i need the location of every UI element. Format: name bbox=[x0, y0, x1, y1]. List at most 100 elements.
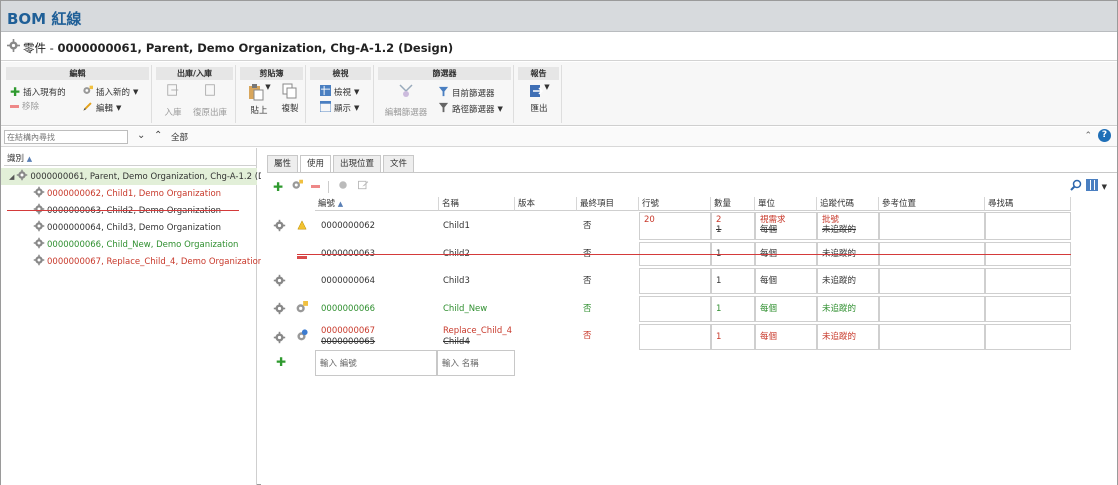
dropdown-caret-icon: ▼ bbox=[354, 88, 360, 96]
reference-cell[interactable] bbox=[879, 324, 985, 350]
find-icon[interactable] bbox=[1069, 179, 1082, 194]
new-name-input[interactable]: 輸入 名稱 bbox=[437, 350, 515, 376]
chevron-down-icon[interactable]: ⌄ bbox=[137, 130, 145, 141]
new-number-input[interactable]: 輸入 編號 bbox=[315, 350, 437, 376]
reference-cell[interactable] bbox=[879, 296, 985, 322]
new-part-icon bbox=[295, 301, 308, 318]
line-number-cell[interactable]: 20 bbox=[639, 212, 711, 240]
reference-cell[interactable] bbox=[879, 268, 985, 294]
quantity-cell[interactable]: 1 bbox=[711, 268, 755, 294]
path-filter-button[interactable]: 路徑篩選器 ▼ bbox=[438, 102, 503, 116]
structure-search-input[interactable] bbox=[4, 130, 128, 144]
column-chooser-icon[interactable] bbox=[1085, 179, 1098, 194]
copy-button[interactable]: 複製 bbox=[278, 83, 302, 114]
tree-root-row[interactable]: ◢ 0000000061, Parent, Demo Organization,… bbox=[1, 168, 274, 185]
tab-underline bbox=[267, 172, 1117, 173]
dropdown-caret-icon: ▼ bbox=[354, 104, 360, 112]
find-number-cell[interactable] bbox=[985, 296, 1071, 322]
replace-icon[interactable] bbox=[337, 179, 349, 194]
collapse-icon[interactable]: ⌃ bbox=[1084, 131, 1092, 141]
tree-item-child3[interactable]: 0000000064, Child3, Demo Organization bbox=[1, 219, 257, 236]
edit-icon[interactable] bbox=[357, 179, 369, 194]
reference-cell[interactable] bbox=[879, 212, 985, 240]
col-trace-code[interactable]: 追蹤代碼 bbox=[817, 197, 879, 211]
col-reference[interactable]: 參考位置 bbox=[879, 197, 985, 211]
col-version[interactable]: 版本 bbox=[515, 197, 577, 211]
col-number[interactable]: 編號 ▲ bbox=[315, 197, 439, 211]
trace-code-cell[interactable]: 未追蹤的 bbox=[817, 324, 879, 350]
paste-button[interactable]: ▼ 貼上 bbox=[244, 83, 274, 116]
add-row-icon[interactable]: ✚ bbox=[276, 356, 286, 368]
ribbon-group-view: 檢視 檢視 ▼ 顯示 ▼ bbox=[308, 65, 374, 123]
tree-item-child-new[interactable]: 0000000066, Child_New, Demo Organization bbox=[1, 236, 257, 253]
ribbon-group-report: 報告 ▼ 匯出 bbox=[516, 65, 562, 123]
tab-attributes[interactable]: 屬性 bbox=[267, 155, 299, 172]
quantity-cell[interactable]: 1 bbox=[711, 296, 755, 322]
remove-button[interactable]: 移除 bbox=[10, 100, 39, 112]
current-filter-button[interactable]: 目前篩選器 bbox=[438, 86, 495, 100]
line-number-cell[interactable] bbox=[639, 296, 711, 322]
col-quantity[interactable]: 數量 bbox=[711, 197, 755, 211]
gear-plus-icon bbox=[82, 85, 93, 99]
quantity-cell[interactable]: 2 1 bbox=[711, 212, 755, 240]
dropdown-caret-icon: ▼ bbox=[497, 105, 503, 113]
tree-column-header[interactable]: 識別 ▲ bbox=[4, 152, 256, 166]
checkin-button[interactable]: 入庫 bbox=[160, 83, 186, 118]
trace-code-cell[interactable]: 未追蹤的 bbox=[817, 296, 879, 322]
sort-asc-icon: ▲ bbox=[337, 200, 344, 208]
line-number-cell[interactable] bbox=[639, 324, 711, 350]
app-title: BOM 紅線 bbox=[7, 10, 82, 28]
tab-occurrences[interactable]: 出現位置 bbox=[333, 155, 382, 172]
find-number-cell[interactable] bbox=[985, 212, 1071, 240]
tab-documents[interactable]: 文件 bbox=[383, 155, 415, 172]
group-header-checkout: 出庫/入庫 bbox=[156, 67, 233, 80]
filter-edit-icon bbox=[380, 83, 432, 102]
unit-cell[interactable]: 每個 bbox=[755, 296, 817, 322]
col-find-number[interactable]: 尋找碼 bbox=[985, 197, 1071, 211]
group-header-filter: 篩選器 bbox=[378, 67, 511, 80]
dropdown-caret-icon[interactable]: ▼ bbox=[1102, 183, 1107, 191]
add-icon[interactable]: ✚ bbox=[273, 180, 283, 194]
part-gear-icon bbox=[16, 169, 28, 184]
col-end-item[interactable]: 最終項目 bbox=[577, 197, 639, 211]
tree-strike-line bbox=[7, 210, 239, 211]
trace-code-cell[interactable]: 批號 未追蹤的 bbox=[817, 212, 879, 240]
chevron-up-icon[interactable]: ⌃ bbox=[154, 130, 162, 141]
tree-item-replace-child4[interactable]: 0000000067, Replace_Child_4, Demo Organi… bbox=[1, 253, 263, 270]
insert-existing-button[interactable]: ✚ 插入現有的 bbox=[10, 85, 66, 99]
col-unit[interactable]: 單位 bbox=[755, 197, 817, 211]
group-header-view: 檢視 bbox=[310, 67, 371, 80]
find-number-cell[interactable] bbox=[985, 268, 1071, 294]
insert-new-button[interactable]: 插入新的 ▼ bbox=[82, 85, 138, 99]
part-gear-icon bbox=[273, 219, 286, 236]
undo-checkout-icon bbox=[190, 83, 230, 100]
unit-cell[interactable]: 每個 bbox=[755, 268, 817, 294]
quantity-cell[interactable]: 1 bbox=[711, 324, 755, 350]
tree-item-child1[interactable]: 0000000062, Child1, Demo Organization bbox=[1, 185, 257, 202]
minus-icon bbox=[10, 104, 19, 108]
undo-checkout-button[interactable]: 復原出庫 bbox=[190, 83, 230, 118]
paste-icon: ▼ bbox=[244, 83, 274, 104]
edit-filter-button[interactable]: 編輯篩選器 bbox=[380, 83, 432, 118]
tab-uses[interactable]: 使用 bbox=[300, 155, 332, 173]
col-line-number[interactable]: 行號 bbox=[639, 197, 711, 211]
expand-triangle-icon[interactable]: ◢ bbox=[9, 173, 14, 181]
edit-button[interactable]: 編輯 ▼ bbox=[82, 101, 121, 115]
unit-cell[interactable]: 視需求 每個 bbox=[755, 212, 817, 240]
search-all-link[interactable]: 全部 bbox=[171, 131, 188, 143]
grid-toolbar: ✚ bbox=[273, 179, 369, 194]
part-gear-icon bbox=[33, 254, 45, 269]
unit-cell[interactable]: 每個 bbox=[755, 324, 817, 350]
display-button[interactable]: 顯示 ▼ bbox=[319, 100, 360, 115]
remove-icon[interactable] bbox=[311, 185, 321, 188]
help-icon[interactable]: ? bbox=[1098, 129, 1111, 142]
line-number-cell[interactable] bbox=[639, 268, 711, 294]
export-button[interactable]: ▼ 匯出 bbox=[522, 83, 556, 114]
insert-new-icon[interactable] bbox=[291, 179, 304, 194]
col-name[interactable]: 名稱 bbox=[439, 197, 515, 211]
page-header: 零件 - 0000000061, Parent, Demo Organizati… bbox=[1, 33, 1117, 61]
view-button[interactable]: 檢視 ▼ bbox=[320, 85, 359, 99]
trace-code-cell[interactable]: 未追蹤的 bbox=[817, 268, 879, 294]
find-number-cell[interactable] bbox=[985, 324, 1071, 350]
copy-icon bbox=[278, 83, 302, 102]
